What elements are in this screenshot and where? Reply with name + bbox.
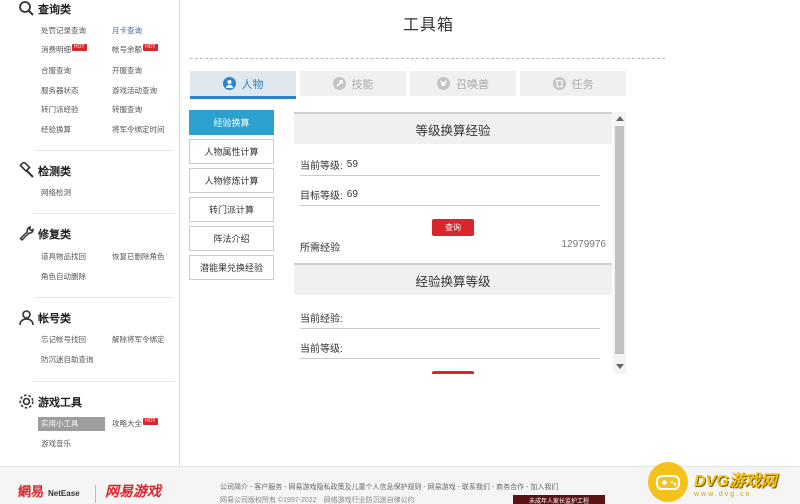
query-button-2[interactable]: 查询 [432, 371, 474, 374]
result-value: 12979976 [561, 239, 607, 250]
divider [34, 297, 174, 298]
tab-skill[interactable]: 技能 [300, 71, 406, 96]
sidebar-item-open[interactable]: 开服查询 [112, 65, 142, 76]
query-section-header: 查询类 [19, 0, 71, 18]
hammer-icon [19, 162, 34, 178]
sidebar-item-role-restore[interactable]: 恢复已删除角色 [112, 251, 165, 262]
query-button[interactable]: 查询 [432, 219, 474, 236]
current-level-field[interactable]: 当前等级: 59 [300, 154, 600, 176]
sidebar-item-events[interactable]: 游戏活动查询 [112, 85, 157, 96]
tools-section-header: 游戏工具 [19, 393, 82, 411]
wrench-icon [19, 226, 34, 242]
current-exp-field[interactable]: 当前经验: [300, 307, 600, 329]
person-icon [222, 77, 236, 90]
user-icon [19, 310, 34, 326]
sidebar-item-spending[interactable]: 消费明细 HOT [41, 44, 87, 55]
current-level-field-2[interactable]: 当前等级: [300, 337, 600, 359]
footer-links[interactable]: 公司简介 - 客户服务 - 网易游戏隐私政策及儿童个人信息保护规则 - 网易游戏… [220, 482, 558, 492]
scroll-up-arrow-icon[interactable] [616, 116, 624, 121]
sidebar-item-network[interactable]: 网络检测 [41, 187, 71, 198]
query-section-title: 查询类 [38, 4, 71, 16]
sidebar-item-exp-convert[interactable]: 经验换算 [41, 124, 71, 135]
exp-to-level-title: 经验换算等级 [294, 263, 612, 295]
nav-school-calc[interactable]: 转门派计算 [189, 197, 274, 222]
sidebar-item-penalty[interactable]: 处罚记录查询 [41, 25, 86, 36]
nav-exp-convert[interactable]: 经验换算 [189, 110, 274, 135]
sidebar-item-monthcard[interactable]: 月卡查询 [112, 25, 142, 36]
detect-section-title: 检测类 [38, 166, 71, 178]
logo-divider [95, 485, 96, 503]
netease-games-logo[interactable]: 网易游戏 [105, 481, 161, 501]
tools-section-title: 游戏工具 [38, 397, 82, 409]
target-level-field[interactable]: 目标等级: 69 [300, 184, 600, 206]
sidebar-item-account-recover[interactable]: 忘记帐号找回 [41, 334, 86, 345]
category-tabs: 人物 技能 召唤兽 任务 [190, 71, 626, 99]
watermark-url: www.dvg.cn [694, 490, 752, 498]
divider [34, 381, 174, 382]
title-divider [190, 58, 665, 59]
sidebar-item-balance[interactable]: 帐号余额 HOT [112, 44, 158, 55]
sidebar-item-merge[interactable]: 合服查询 [41, 65, 71, 76]
watermark-title: DVG游戏网 [694, 472, 777, 490]
sidebar-item-token-unbind[interactable]: 解除将军令绑定 [112, 334, 165, 345]
sidebar-item-mini-tools[interactable]: 实用小工具 [38, 417, 105, 431]
divider [34, 213, 174, 214]
result-row: 所需经验 12979976 [300, 239, 606, 254]
sidebar-item-music[interactable]: 游戏音乐 [41, 438, 71, 449]
nav-attr-calc[interactable]: 人物属性计算 [189, 139, 274, 164]
search-icon [19, 1, 34, 16]
level-to-exp-title: 等级换算经验 [294, 112, 612, 144]
account-section-header: 帐号类 [19, 309, 71, 327]
sidebar-item-anti-addiction[interactable]: 防沉迷自助查询 [41, 354, 94, 365]
calculator-panel: 等级换算经验 当前等级: 59 目标等级: 69 查询 所需经验 12979976 … [294, 112, 612, 374]
nav-cultivation-calc[interactable]: 人物修炼计算 [189, 168, 274, 193]
sidebar-item-server[interactable]: 服务器状态 [41, 85, 79, 96]
detect-section-header: 检测类 [19, 162, 71, 180]
result-label: 所需经验 [300, 243, 340, 254]
tab-pet[interactable]: 召唤兽 [410, 71, 516, 96]
sidebar-item-guides[interactable]: 攻略大全 HOT [112, 418, 158, 429]
sidebar-item-item-recover[interactable]: 道具物品找回 [41, 251, 86, 262]
footer-copyright: 网易公司版权所有 ©1997-2022 网络游戏行业防沉迷自律公约 [220, 497, 415, 504]
repair-section-title: 修复类 [38, 229, 71, 241]
tab-person[interactable]: 人物 [190, 71, 296, 99]
sidebar-item-token-time[interactable]: 将军令绑定时间 [112, 124, 165, 135]
sidebar-item-transfer-server[interactable]: 转服查询 [112, 104, 142, 115]
task-icon [552, 77, 566, 90]
sidebar: 查询类 处罚记录查询 月卡查询 消费明细 HOT 帐号余额 HOT 合服查询 开服查… [0, 0, 180, 466]
divider [34, 150, 174, 151]
skill-icon [332, 77, 346, 90]
scrollbar[interactable] [613, 112, 626, 374]
scroll-thumb[interactable] [615, 126, 624, 354]
nav-potential-fruit[interactable]: 潜能果兑换经验 [189, 255, 274, 280]
pet-icon [437, 77, 450, 90]
account-section-title: 帐号类 [38, 313, 71, 325]
tab-task[interactable]: 任务 [520, 71, 626, 96]
sidebar-item-role-delete[interactable]: 角色自动删除 [41, 271, 86, 282]
parental-guard-badge[interactable]: 未成年人家长监护工程 [513, 495, 605, 504]
gear-icon [19, 394, 34, 409]
watermark: DVG游戏网 www.dvg.cn [648, 460, 800, 504]
repair-section-header: 修复类 [19, 225, 71, 243]
scroll-down-arrow-icon[interactable] [616, 364, 624, 369]
page-title: 工具箱 [403, 17, 455, 34]
sidebar-item-transfer-exp[interactable]: 转门派经验 [41, 104, 79, 115]
gamepad-icon [648, 462, 688, 502]
netease-logo[interactable]: 網易 NetEase [18, 481, 80, 500]
nav-formation[interactable]: 阵法介绍 [189, 226, 274, 251]
